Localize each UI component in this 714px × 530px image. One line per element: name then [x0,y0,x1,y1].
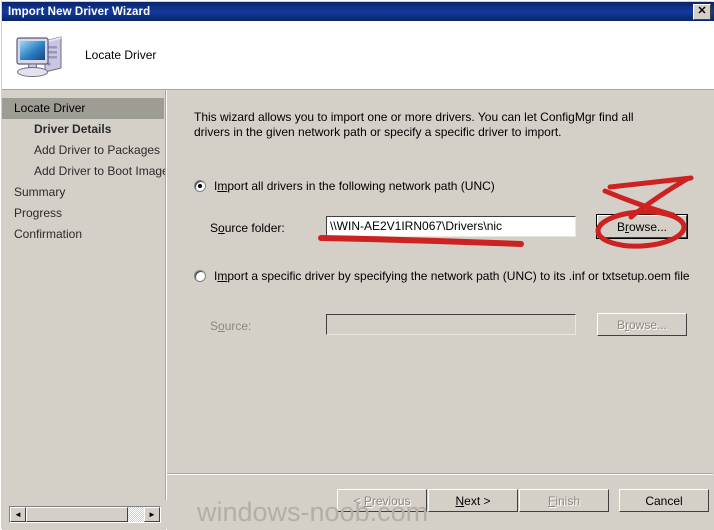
scrollbar-track[interactable] [128,507,144,522]
wizard-main-pane: This wizard allows you to import one or … [167,90,714,500]
sidebar-item-add-driver-to-boot-images[interactable]: Add Driver to Boot Images [2,161,175,182]
sidebar-item-add-driver-to-packages[interactable]: Add Driver to Packages [2,140,166,161]
import-new-driver-wizard-window: Import New Driver Wizard ✕ Locate Driver… [0,0,714,530]
sidebar-item-label: Locate Driver [14,101,86,115]
page-title: Locate Driver [85,48,157,62]
sidebar-item-confirmation[interactable]: Confirmation [2,224,166,245]
sidebar-item-driver-details[interactable]: Driver Details [2,119,166,140]
sidebar-item-label: Progress [14,206,63,220]
browse-source-folder-label: Browse... [616,219,668,234]
next-button[interactable]: Next > [428,489,518,512]
browse-source-label: Browse... [616,317,668,332]
scrollbar-thumb[interactable] [26,507,128,522]
previous-button-label: < Previous [353,493,411,508]
previous-button: < Previous [337,489,427,512]
source-folder-label: Source folder: [210,221,285,235]
wizard-header: Locate Driver [2,21,714,89]
horizontal-scrollbar[interactable]: ◄ ► [9,506,161,523]
wizard-step-list: Locate Driver Driver Details Add Driver … [2,90,175,500]
sidebar-item-label: Add Driver to Boot Images [34,164,175,178]
radio-import-all-drivers-label: Import all drivers in the following netw… [214,179,495,193]
sidebar-item-label: Confirmation [14,227,83,241]
radio-import-all-drivers[interactable] [194,180,206,192]
cancel-button-label: Cancel [645,493,683,508]
finish-button: Finish [519,489,609,512]
scroll-left-arrow-icon[interactable]: ◄ [10,507,26,522]
radio-import-specific-driver-row[interactable]: Import a specific driver by specifying t… [194,269,690,283]
sidebar-item-label: Summary [14,185,66,199]
sidebar-item-summary[interactable]: Summary [2,182,166,203]
next-button-label: Next > [455,493,491,508]
source-label: Source: [210,319,252,333]
source-input [326,314,576,335]
source-folder-input[interactable]: \\WIN-AE2V1IRN067\Drivers\nic [326,216,576,237]
wizard-intro-text: This wizard allows you to import one or … [194,110,634,139]
radio-import-all-drivers-row[interactable]: Import all drivers in the following netw… [194,179,495,193]
sidebar-item-locate-driver[interactable]: Locate Driver [2,98,164,119]
wizard-footer: < Previous Next > Finish Cancel [167,475,714,530]
sidebar-item-progress[interactable]: Progress [2,203,166,224]
computer-icon [12,30,68,80]
sidebar-item-label: Add Driver to Packages [34,143,161,157]
finish-button-label: Finish [547,493,581,508]
radio-import-specific-driver[interactable] [194,270,206,282]
browse-source-button: Browse... [597,313,687,336]
window-titlebar: Import New Driver Wizard ✕ [2,2,714,21]
window-title: Import New Driver Wizard [8,5,151,18]
browse-source-folder-button[interactable]: Browse... [596,214,688,239]
scroll-right-arrow-icon[interactable]: ► [144,507,160,522]
cancel-button[interactable]: Cancel [619,489,709,512]
close-icon[interactable]: ✕ [693,3,711,20]
sidebar-scroll-area: ◄ ► [2,500,166,530]
radio-import-specific-driver-label: Import a specific driver by specifying t… [214,269,690,283]
sidebar-item-label: Driver Details [34,122,112,136]
screenshot-root: Import New Driver Wizard ✕ Locate Driver… [0,0,714,530]
